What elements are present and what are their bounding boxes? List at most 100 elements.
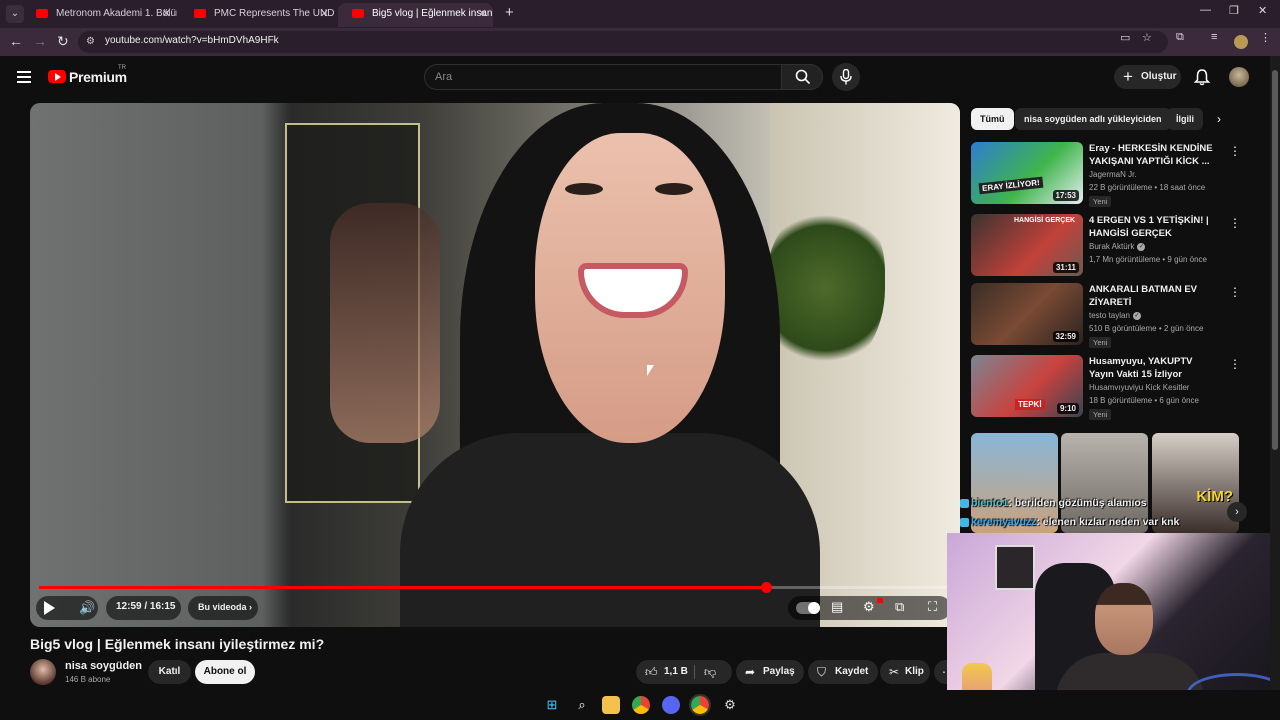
recommendation-channel[interactable]: Husamvıyuviyu Kick Kesitler xyxy=(1089,383,1189,392)
recommendation-channel[interactable]: JagermaN Jr. xyxy=(1089,170,1137,179)
video-thumbnail[interactable]: TEPKİ 9:10 xyxy=(971,355,1083,417)
tab-title: Metronom Akademi 1. Bölüm xyxy=(56,8,177,19)
recommendation-meta: 22 B görüntüleme • 18 saat önce xyxy=(1089,183,1206,192)
chat-message: biento1: berilden gözümüş alamıos xyxy=(960,497,1147,509)
recommendation-item[interactable]: TEPKİ 9:10 Husamyuyu, YAKUPTV Yayın Vakt… xyxy=(971,355,1251,420)
close-tab-icon[interactable]: ✕ xyxy=(320,3,329,25)
page-scrollbar[interactable] xyxy=(1270,56,1280,696)
play-icon[interactable] xyxy=(44,601,55,615)
account-avatar[interactable] xyxy=(1229,67,1249,87)
taskbar-search-icon[interactable]: ⌕ xyxy=(573,696,591,714)
progress-bar[interactable] xyxy=(39,582,949,593)
fullscreen-icon[interactable]: ⛶ xyxy=(928,599,937,615)
minimize-icon[interactable]: — xyxy=(1200,4,1211,16)
duration-badge: 32:59 xyxy=(1052,331,1079,342)
chrome-icon[interactable] xyxy=(632,696,650,714)
settings-app-icon[interactable]: ⚙ xyxy=(721,696,739,714)
volume-icon[interactable]: 🔊 xyxy=(79,600,95,616)
address-bar[interactable]: ⚙ youtube.com/watch?v=bHmDVhA9HFk xyxy=(78,31,1168,53)
more-options-icon[interactable]: ⋮ xyxy=(1229,357,1241,371)
video-player[interactable]: 🔊 12:59 / 16:15 Bu videoda › ▤ ⚙ ⧉ ⛶ xyxy=(30,103,960,627)
recommendation-title[interactable]: Eray - HERKESİN KENDİNE YAKIŞANI YAPTIĞI… xyxy=(1089,142,1219,168)
new-tab-button[interactable]: + xyxy=(505,4,514,21)
save-button[interactable]: ⛉ Kaydet xyxy=(808,660,878,684)
back-icon[interactable]: ← xyxy=(9,33,23,49)
progress-scrubber[interactable] xyxy=(760,582,772,593)
join-button[interactable]: Katıl xyxy=(148,660,191,684)
youtube-header: Premium TR + Oluştur xyxy=(0,56,1270,98)
reload-icon[interactable]: ↻ xyxy=(57,33,69,50)
recommendation-title[interactable]: ANKARALI BATMAN EV ZİYARETİ xyxy=(1089,283,1219,309)
autoplay-toggle[interactable] xyxy=(796,602,820,614)
video-thumbnail[interactable]: ERAY İZLİYOR! 17:53 xyxy=(971,142,1083,204)
search-button[interactable] xyxy=(781,64,823,90)
create-button[interactable]: + Oluştur xyxy=(1114,65,1181,89)
recommendation-item[interactable]: 32:59 ANKARALI BATMAN EV ZİYARETİ testo … xyxy=(971,283,1251,348)
forward-icon[interactable]: → xyxy=(33,33,47,49)
video-thumbnail[interactable]: HANGİSİ GERÇEK 31:11 xyxy=(971,214,1083,276)
site-info-icon[interactable]: ⚙ xyxy=(86,36,95,47)
tab-title: PMC Represents The UNDERGR xyxy=(214,8,335,19)
subscriber-count: 146 B abone xyxy=(65,675,111,684)
vlogger-eye xyxy=(565,183,603,195)
chip-from-uploader[interactable]: nisa soygüden adlı yükleyiciden xyxy=(1015,108,1171,130)
verified-check-icon: ✓ xyxy=(1137,242,1146,251)
browser-tab[interactable]: Metronom Akademi 1. Bölüm ✕ xyxy=(22,3,177,27)
like-icon[interactable]: 👍︎ xyxy=(645,660,658,684)
create-label: Oluştur xyxy=(1141,71,1177,82)
discord-icon[interactable] xyxy=(662,696,680,714)
recommendation-item[interactable]: HANGİSİ GERÇEK 31:11 4 ERGEN VS 1 YETİŞK… xyxy=(971,214,1251,278)
chapter-label[interactable]: Bu videoda › xyxy=(198,602,252,612)
notifications-bell-icon[interactable] xyxy=(1193,68,1211,86)
streamer-head xyxy=(1095,583,1153,655)
browser-tab[interactable]: PMC Represents The UNDERGR ✕ xyxy=(180,3,335,27)
close-tab-icon[interactable]: ✕ xyxy=(478,3,487,25)
reading-list-icon[interactable]: ≡ xyxy=(1211,31,1217,43)
profile-avatar[interactable] xyxy=(1234,35,1248,49)
share-button[interactable]: ➦ Paylaş xyxy=(736,660,804,684)
close-tab-icon[interactable]: ✕ xyxy=(162,3,171,25)
chat-badge-icon xyxy=(960,498,969,508)
restore-icon[interactable]: ❐ xyxy=(1229,4,1239,17)
subscribe-button[interactable]: Abone ol xyxy=(195,660,255,684)
chip-all[interactable]: Tümü xyxy=(971,108,1014,130)
chip-related[interactable]: İlgili xyxy=(1167,108,1203,130)
more-options-icon[interactable]: ⋮ xyxy=(1229,285,1241,299)
miniplayer-icon[interactable]: ⧉ xyxy=(895,599,904,615)
chrome-active-icon[interactable] xyxy=(689,694,711,716)
more-options-icon[interactable]: ⋮ xyxy=(1229,216,1241,230)
channel-name[interactable]: nisa soygüden xyxy=(65,660,142,672)
voice-search-button[interactable] xyxy=(832,63,860,91)
progress-played xyxy=(39,586,766,589)
browser-tab-active[interactable]: Big5 vlog | Eğlenmek insan ✕ xyxy=(338,3,493,27)
browser-menu-icon[interactable]: ⋮ xyxy=(1260,31,1271,44)
extensions-icon[interactable]: ⧉ xyxy=(1176,31,1184,44)
thumbnail-text: ERAY İZLİYOR! xyxy=(978,176,1044,195)
search-input[interactable] xyxy=(435,69,765,85)
region-code: TR xyxy=(118,65,126,71)
windows-start-icon[interactable]: ⊞ xyxy=(543,696,561,714)
recommendation-item[interactable]: ERAY İZLİYOR! 17:53 Eray - HERKESİN KEND… xyxy=(971,142,1251,207)
subtitles-icon[interactable]: ▤ xyxy=(831,599,843,615)
close-window-icon[interactable]: ✕ xyxy=(1258,4,1267,17)
like-dislike-group: 👍︎ 1,1 B 👎︎ xyxy=(636,660,732,684)
recommendation-channel[interactable]: Burak Aktürk ✓ xyxy=(1089,242,1146,251)
scrollbar-thumb[interactable] xyxy=(1272,70,1278,450)
chevron-right-icon[interactable]: › xyxy=(1217,112,1221,126)
recommendation-title[interactable]: Husamyuyu, YAKUPTV Yayın Vakti 15 İzliyo… xyxy=(1089,355,1219,381)
channel-avatar[interactable] xyxy=(30,659,56,685)
menu-icon[interactable] xyxy=(17,71,31,83)
like-count[interactable]: 1,1 B xyxy=(664,660,688,684)
shorts-next-button[interactable]: › xyxy=(1227,502,1247,522)
video-thumbnail[interactable]: 32:59 xyxy=(971,283,1083,345)
recommendation-title[interactable]: 4 ERGEN VS 1 YETİŞKİN! | HANGİSİ GERÇEK … xyxy=(1089,214,1219,240)
clip-button[interactable]: ✂ Klip xyxy=(880,660,930,684)
more-options-icon[interactable]: ⋮ xyxy=(1229,144,1241,158)
file-explorer-icon[interactable] xyxy=(602,696,620,714)
bookmark-star-icon[interactable]: ☆ xyxy=(1142,31,1152,44)
cast-icon[interactable]: ▭ xyxy=(1120,31,1130,44)
recommendation-channel[interactable]: testo taylan ✓ xyxy=(1089,311,1141,320)
settings-gear-icon[interactable]: ⚙ xyxy=(863,599,875,615)
recommendation-meta: 510 B görüntüleme • 2 gün önce xyxy=(1089,324,1204,333)
dislike-icon[interactable]: 👎︎ xyxy=(704,660,716,684)
